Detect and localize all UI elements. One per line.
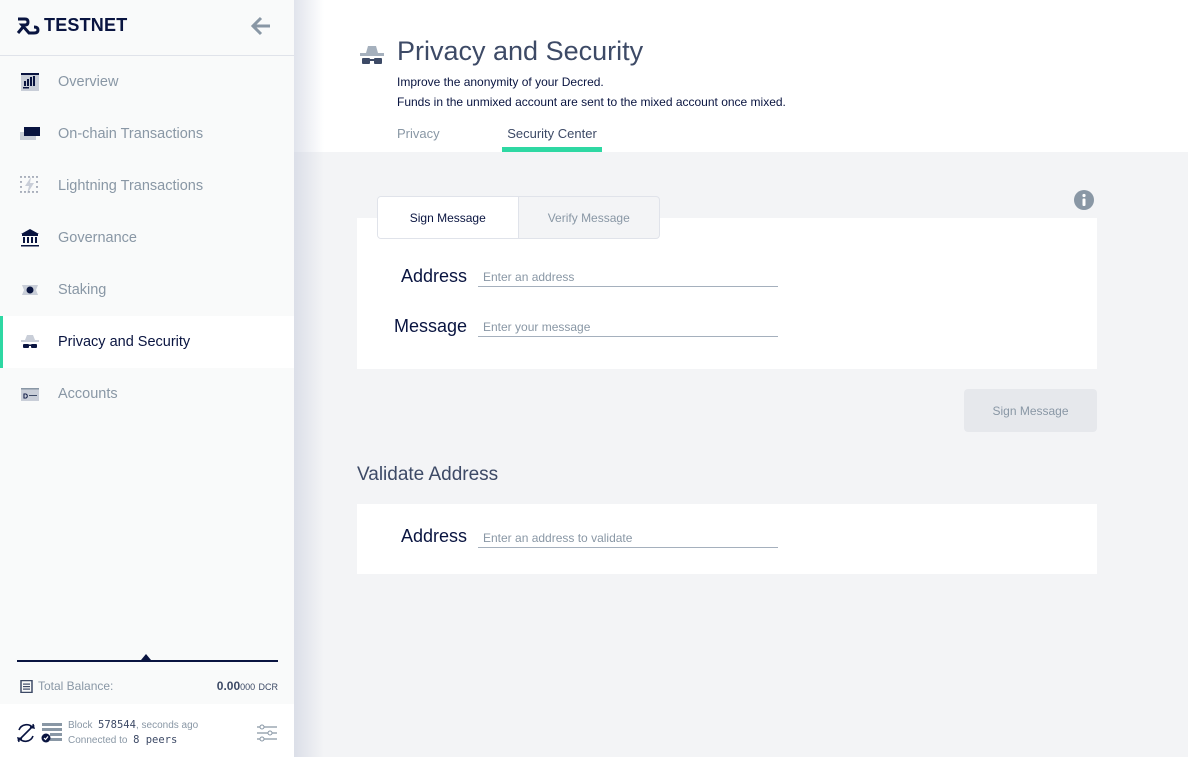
sync-icon [17, 723, 35, 743]
total-balance-label: Total Balance: [38, 679, 114, 693]
balance-unit: DCR [258, 682, 279, 692]
block-number: 578544 [98, 719, 136, 731]
balance-main: 0.00 [216, 679, 241, 693]
lightning-icon [20, 176, 38, 194]
sidebar-shadow [294, 0, 324, 757]
transactions-icon [20, 127, 40, 140]
accounts-icon: D [21, 388, 39, 401]
balance-toggle-caret-icon[interactable] [141, 654, 151, 660]
network-label: TESTNET [44, 15, 128, 35]
sidebar-item-label: Overview [58, 74, 119, 90]
sign-message-button[interactable]: Sign Message [964, 389, 1097, 432]
tab-security-center[interactable]: Security Center [502, 126, 602, 152]
active-tab-indicator [502, 147, 602, 152]
address-input[interactable] [478, 267, 778, 287]
overview-icon [21, 73, 39, 91]
sidebar-item-label: Staking [58, 282, 107, 298]
status-bar: Block 578544, seconds ago Connected to 8… [0, 704, 294, 757]
balance-fraction: 000 [240, 682, 256, 692]
page-tabs: Privacy Security Center [397, 126, 602, 152]
sidebar-item-privacy-and-security[interactable]: Privacy and Security [0, 316, 294, 368]
page-title: Privacy and Security [397, 36, 644, 66]
address-label: Address [400, 266, 467, 286]
sync-status: Block 578544, seconds ago Connected to 8… [68, 718, 198, 748]
validate-address-input[interactable] [478, 528, 778, 548]
staking-icon [22, 285, 38, 295]
balance-divider [17, 660, 278, 662]
message-mode-switch: Sign Message Verify Message [377, 196, 660, 239]
sign-message-tab[interactable]: Sign Message [378, 197, 519, 238]
sidebar-item-lightning-transactions[interactable]: Lightning Transactions [0, 160, 294, 212]
balance-icon [20, 680, 33, 693]
sidebar-item-accounts[interactable]: D Accounts [0, 368, 294, 420]
privacy-header-icon [360, 46, 384, 64]
info-icon[interactable] [1074, 190, 1094, 210]
validate-address-label: Address [400, 526, 467, 546]
message-input[interactable] [478, 317, 778, 337]
total-balance-value: 0.00000 DCR [217, 679, 278, 693]
sign-message-form: Address Message [357, 218, 1097, 369]
settings-sliders-icon[interactable] [256, 724, 278, 742]
sidebar-item-label: Privacy and Security [58, 334, 191, 350]
logo[interactable]: TESTNET [16, 15, 127, 36]
tab-label: Security Center [507, 126, 597, 141]
sidebar-item-label: Accounts [58, 386, 118, 402]
blocks-synced-icon [41, 723, 62, 743]
sidebar-item-label: Governance [58, 230, 137, 246]
verify-message-tab[interactable]: Verify Message [519, 197, 660, 238]
sidebar-item-staking[interactable]: Staking [0, 264, 294, 316]
tab-privacy[interactable]: Privacy [397, 126, 502, 152]
governance-icon [21, 229, 39, 247]
sidebar-menu: Overview On-chain Transactions Lightning… [0, 56, 294, 420]
connected-label: Connected to [68, 735, 128, 746]
decred-logo-icon [16, 17, 40, 34]
block-time: , seconds ago [135, 720, 199, 731]
sidebar-item-on-chain-transactions[interactable]: On-chain Transactions [0, 108, 294, 160]
description-line-2: Funds in the unmixed account are sent to… [397, 95, 786, 109]
logo-bar: TESTNET [0, 0, 294, 56]
sidebar-item-label: On-chain Transactions [58, 126, 204, 142]
description-line-1: Improve the anonymity of your Decred. [397, 75, 604, 89]
page-header: Privacy and Security Improve the anonymi… [294, 0, 1188, 152]
sidebar: TESTNET Overview On-chain Transactions L… [0, 0, 294, 757]
peers-count: 8 peers [133, 734, 178, 746]
sidebar-item-governance[interactable]: Governance [0, 212, 294, 264]
collapse-sidebar-arrow-icon[interactable] [249, 14, 273, 38]
block-label: Block [68, 720, 93, 731]
message-label: Message [393, 316, 467, 336]
validate-address-title: Validate Address [357, 464, 499, 485]
sidebar-item-overview[interactable]: Overview [0, 56, 294, 108]
sidebar-item-label: Lightning Transactions [58, 178, 204, 194]
page-description: Improve the anonymity of your Decred. Fu… [397, 72, 786, 112]
privacy-icon [21, 335, 39, 348]
validate-address-form: Address [357, 504, 1097, 574]
svg-text:D: D [23, 394, 28, 401]
total-balance: Total Balance: 0.00000 DCR [0, 672, 294, 702]
